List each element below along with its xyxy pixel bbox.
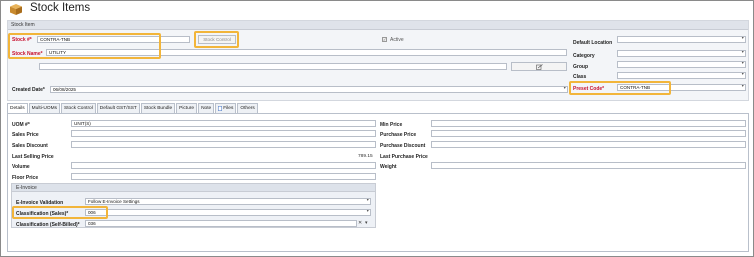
purchase-price-label: Purchase Price: [380, 132, 417, 138]
weight-input[interactable]: [431, 162, 746, 169]
description-input[interactable]: [39, 63, 507, 70]
default-location-label: Default Location: [573, 40, 613, 46]
tab-stock-bundle[interactable]: Stock Bundle: [140, 103, 176, 113]
created-date-label: Created Date*: [12, 87, 45, 93]
highlight-preset-code: [569, 81, 671, 95]
created-date-input[interactable]: 06/08/2025: [50, 86, 568, 93]
highlight-stock-fields: [8, 33, 161, 59]
tab-others[interactable]: Others: [237, 103, 258, 113]
classification-self-billed-select[interactable]: 036: [85, 220, 357, 227]
weight-label: Weight: [380, 164, 397, 170]
clear-icon[interactable]: ✕: [358, 220, 362, 226]
category-select[interactable]: [617, 50, 746, 57]
chevron-down-icon[interactable]: ▾: [365, 220, 368, 226]
active-label: Active: [390, 37, 404, 43]
floor-price-label: Floor Price: [12, 175, 39, 181]
classification-self-billed-label: Classification (Self-Billed)*: [16, 222, 80, 228]
tab-picture[interactable]: Picture: [176, 103, 198, 113]
group-select[interactable]: [617, 61, 746, 68]
sales-discount-input[interactable]: [71, 141, 376, 148]
purchase-discount-label: Purchase Discount: [380, 143, 426, 149]
edit-icon: [536, 64, 543, 70]
class-label: Class: [573, 74, 587, 80]
highlight-classification-sales: [12, 206, 108, 219]
sales-discount-label: Sales Discount: [12, 143, 48, 149]
tab-default-gst-sst[interactable]: Default GST/SST: [96, 103, 140, 113]
last-purchase-price-label: Last Purchase Price: [380, 154, 428, 160]
last-selling-price-label: Last Selling Price: [12, 154, 54, 160]
uom-input[interactable]: UNIT(S): [71, 120, 376, 127]
tab-stock-control[interactable]: Stock Control: [61, 103, 96, 113]
stock-items-window: Stock Items Stock Item Stock #* CONTRA-T…: [0, 0, 754, 257]
einvoice-header: E-Invoice: [12, 184, 375, 192]
last-selling-price-value: 789.15: [358, 154, 373, 159]
active-checkbox[interactable]: ✓: [382, 37, 387, 42]
file-icon: [218, 106, 223, 111]
min-price-label: Min Price: [380, 122, 403, 128]
window-title: Stock Items: [30, 2, 91, 14]
tab-multi-uoms[interactable]: Multi-UOMs: [28, 103, 60, 113]
sales-price-input[interactable]: [71, 130, 376, 137]
box-icon: [10, 4, 22, 15]
classification-sales-select[interactable]: 006: [85, 209, 371, 216]
panel-header: Stock Item: [8, 21, 748, 30]
category-label: Category: [573, 53, 595, 59]
uom-label: UOM #*: [12, 122, 30, 128]
volume-label: Volume: [12, 164, 30, 170]
purchase-price-input[interactable]: [431, 130, 746, 137]
class-select[interactable]: [617, 72, 746, 79]
sales-price-label: Sales Price: [12, 132, 39, 138]
tab-files[interactable]: Files: [215, 103, 237, 113]
volume-input[interactable]: [71, 162, 376, 169]
group-label: Group: [573, 64, 588, 70]
edit-description-button[interactable]: [511, 62, 567, 71]
floor-price-input[interactable]: [71, 173, 376, 180]
tab-files-label: Files: [223, 106, 234, 111]
window-titlebar: Stock Items: [1, 1, 753, 18]
detail-tabs: Details Multi-UOMs Stock Control Default…: [7, 103, 259, 114]
default-location-select[interactable]: [617, 36, 746, 43]
purchase-discount-input[interactable]: [431, 141, 746, 148]
tab-note[interactable]: Note: [198, 103, 215, 113]
min-price-input[interactable]: [431, 120, 746, 127]
highlight-stock-control: [194, 31, 239, 48]
einvoice-validation-select[interactable]: Follow E-Invoice Settings: [85, 198, 371, 205]
